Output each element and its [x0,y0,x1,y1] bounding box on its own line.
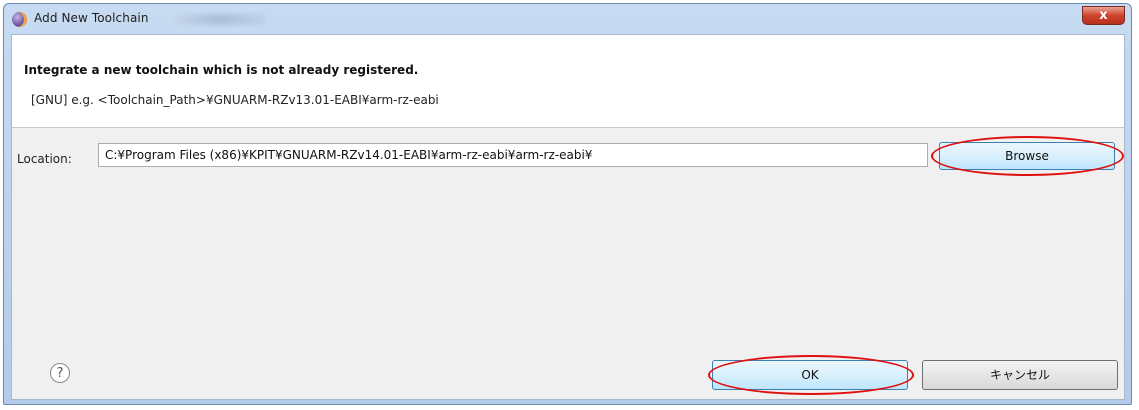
window-title: Add New Toolchain [34,11,149,25]
location-label: Location: [17,152,72,166]
browse-button[interactable]: Browse [939,142,1115,170]
dialog-window: Add New Toolchain x Integrate a new tool… [3,3,1132,405]
location-input[interactable] [98,143,928,167]
close-button[interactable]: x [1082,6,1125,25]
eclipse-app-icon [12,12,27,27]
help-icon[interactable]: ? [50,363,70,383]
header-title: Integrate a new toolchain which is not a… [24,63,419,77]
dialog-body: Integrate a new toolchain which is not a… [11,34,1125,400]
title-bar[interactable]: Add New Toolchain x [4,4,1131,34]
ok-button[interactable]: OK [712,360,908,390]
header-description: [GNU] e.g. <Toolchain_Path>¥GNUARM-RZv13… [31,93,439,107]
dialog-header: Integrate a new toolchain which is not a… [12,35,1124,128]
cancel-button[interactable]: キャンセル [922,360,1118,390]
close-icon: x [1099,8,1108,23]
redacted-title-suffix [174,14,266,25]
